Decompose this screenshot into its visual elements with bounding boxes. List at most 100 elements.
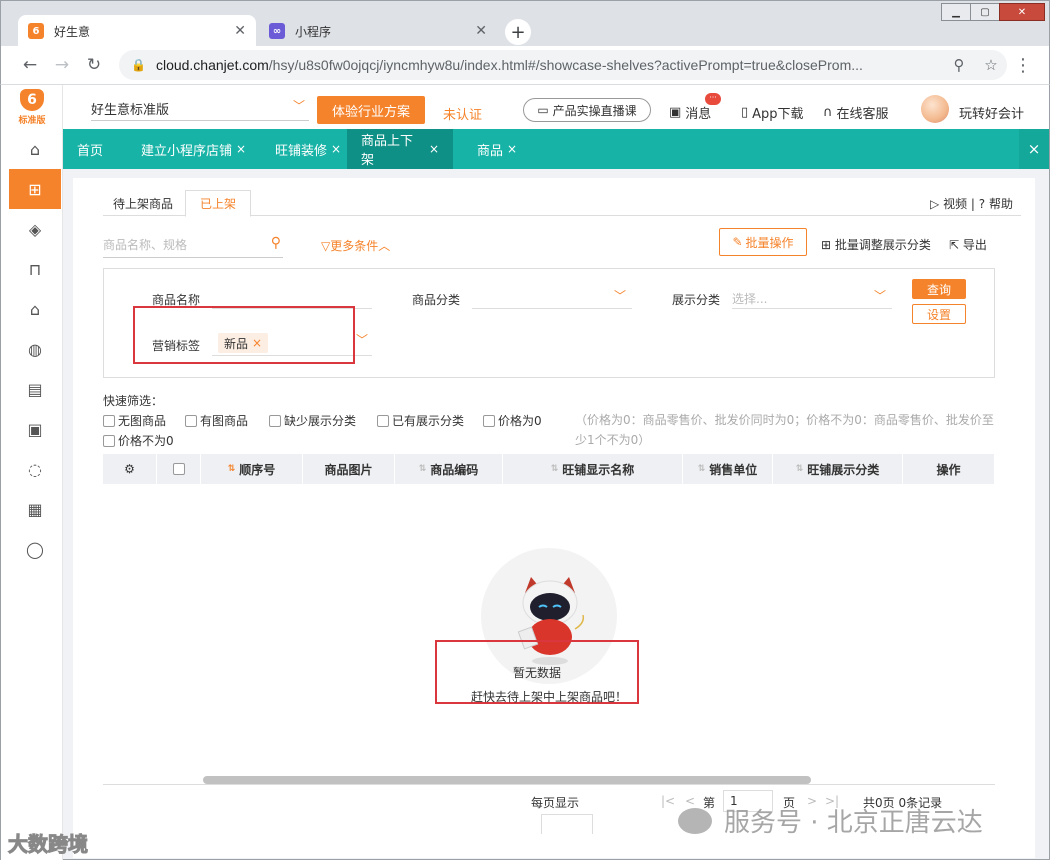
category-select[interactable] (472, 308, 632, 309)
close-icon[interactable]: ✕ (475, 23, 487, 39)
nav-tabs-bar: 首页 建立小程序店铺 × 旺铺装修 × 商品上下架 × 商品 × × (63, 129, 1049, 169)
column-header: 操作 (903, 454, 995, 484)
money-bag-icon[interactable]: ◍ (9, 329, 61, 369)
close-all-tabs-button[interactable]: × (1019, 129, 1049, 169)
window-minimize-button[interactable]: ▁ (941, 3, 971, 21)
tab-pending-shelf[interactable]: 待上架商品 (103, 190, 183, 217)
bag-icon[interactable]: ⊓ (9, 249, 61, 289)
chevron-down-icon: ﹀ (874, 289, 887, 303)
tab-products[interactable]: 商品 × (463, 129, 531, 169)
app-root: 6 标准版 ⌂ ⊞ ◈ ⊓ ⌂ ◍ ▤ ▣ ◌ ▦ ◯ 好生意标准版 ﹀ 体验行… (0, 84, 1050, 860)
online-service-button[interactable]: ∩ 在线客服 (823, 103, 889, 122)
first-page-icon[interactable]: |< (661, 794, 675, 808)
trial-industry-button[interactable]: 体验行业方案 (317, 96, 425, 124)
search-input[interactable]: 商品名称、规格 ⚲ (103, 235, 283, 258)
query-button[interactable]: 查询 (912, 279, 966, 299)
user-name[interactable]: 玩转好会计 (959, 103, 1024, 122)
chevron-down-icon: ﹀ (614, 289, 627, 303)
checkbox[interactable] (172, 463, 185, 475)
messages-button[interactable]: ▣ 消息 (669, 103, 711, 122)
edit-icon: ✎ (732, 235, 743, 249)
checkbox-has-display-category[interactable]: 已有展示分类 (377, 412, 464, 429)
checkbox-missing-display-category[interactable]: 缺少展示分类 (269, 412, 356, 429)
batch-adjust-category-button[interactable]: ⊞ 批量调整展示分类 (821, 236, 931, 253)
checkbox-label: 缺少展示分类 (284, 414, 357, 428)
browser-tab-miniprogram[interactable]: ∞ 小程序 ✕ (259, 15, 497, 47)
column-header[interactable]: ⇅ 商品编码 (395, 454, 503, 484)
checkbox[interactable] (269, 414, 281, 427)
column-settings-gear-icon[interactable]: ⚙ (103, 454, 157, 484)
headset-icon: ∩ (823, 105, 833, 120)
url-host: cloud.chanjet.com (155, 57, 269, 73)
cycle-icon[interactable]: ◌ (9, 449, 61, 489)
export-label: 导出 (962, 238, 987, 252)
checkbox[interactable] (103, 414, 115, 427)
browser-tab-haoshengyi[interactable]: 6 好生意 ✕ (18, 15, 256, 47)
select-all-checkbox[interactable] (157, 454, 201, 484)
display-category-select[interactable] (732, 308, 892, 309)
watermark-right-text: 服务号 · 北京正唐云达 (724, 808, 983, 838)
home-icon[interactable]: ⌂ (9, 129, 61, 169)
zoom-search-icon[interactable]: ⚲ (943, 56, 975, 74)
address-bar[interactable]: 🔒 cloud.chanjet.com/hsy/u8s0fw0ojqcj/iyn… (119, 50, 1007, 80)
checkbox[interactable] (185, 414, 197, 427)
column-header[interactable]: ⇅ 旺铺展示分类 (773, 454, 903, 484)
clipboard-icon[interactable]: ▤ (9, 369, 61, 409)
checkbox[interactable] (483, 414, 495, 427)
unverified-link[interactable]: 未认证 (443, 104, 482, 123)
column-header[interactable]: ⇅ 销售单位 (683, 454, 773, 484)
version-select[interactable]: 好生意标准版 ﹀ (91, 99, 309, 121)
tab-on-shelf[interactable]: 已上架 (185, 190, 251, 217)
page-size-select[interactable] (541, 814, 593, 834)
sidebar: 6 标准版 ⌂ ⊞ ◈ ⊓ ⌂ ◍ ▤ ▣ ◌ ▦ ◯ (1, 85, 63, 860)
column-header-label: 商品图片 (324, 462, 373, 477)
tag-icon[interactable]: ◈ (9, 209, 61, 249)
browser-menu-icon[interactable]: ⋮ (1013, 54, 1033, 76)
column-header[interactable]: ⇅ 旺铺显示名称 (503, 454, 683, 484)
back-arrow-icon[interactable]: ← (19, 54, 41, 76)
chat-icon[interactable]: ◯ (9, 529, 61, 569)
app-logo[interactable]: 6 标准版 (10, 89, 54, 129)
close-icon[interactable]: × (429, 142, 439, 156)
checkbox[interactable] (377, 414, 389, 427)
checkbox[interactable] (103, 434, 115, 447)
warehouse-icon[interactable]: ⌂ (9, 289, 61, 329)
divider: | (970, 197, 979, 211)
close-icon[interactable]: × (507, 142, 517, 156)
video-link[interactable]: 视频 (943, 197, 967, 211)
gift-icon[interactable]: ⊞ (9, 169, 61, 209)
close-icon[interactable]: ✕ (234, 23, 246, 39)
column-header[interactable]: ⇅ 顺序号 (201, 454, 303, 484)
settings-button[interactable]: 设置 (912, 304, 966, 324)
live-course-button[interactable]: ▭ 产品实操直播课 (523, 98, 651, 122)
tab-shop-decoration[interactable]: 旺铺装修 × (261, 129, 355, 169)
reload-icon[interactable]: ↻ (83, 54, 105, 76)
checkbox-price-nonzero[interactable]: 价格不为0 (103, 432, 174, 449)
search-icon[interactable]: ⚲ (271, 235, 281, 251)
horizontal-scrollbar[interactable] (203, 776, 811, 784)
id-card-icon[interactable]: ▣ (9, 409, 61, 449)
app-download-button[interactable]: ▯ App下载 (741, 103, 804, 122)
export-button[interactable]: ⇱ 导出 (949, 236, 987, 253)
new-tab-button[interactable]: + (505, 19, 531, 45)
tab-product-shelves[interactable]: 商品上下架 × (347, 129, 453, 169)
bookmark-star-icon[interactable]: ☆ (975, 56, 1007, 74)
forward-arrow-icon[interactable]: → (51, 54, 73, 76)
tab-build-mini-store[interactable]: 建立小程序店铺 × (127, 129, 260, 169)
close-icon[interactable]: × (331, 142, 341, 156)
help-links: ▷ 视频 | ? 帮助 (930, 195, 1013, 212)
help-link[interactable]: 帮助 (989, 197, 1013, 211)
batch-operations-button[interactable]: ✎ 批量操作 (719, 228, 807, 256)
checkbox-has-image[interactable]: 有图商品 (185, 412, 248, 429)
window-close-button[interactable]: ✕ (999, 3, 1045, 21)
news-icon[interactable]: ▦ (9, 489, 61, 529)
tab-home[interactable]: 首页 (63, 129, 117, 169)
avatar[interactable] (921, 95, 949, 123)
window-maximize-button[interactable]: ▢ (970, 3, 1000, 21)
checkbox-price-zero[interactable]: 价格为0 (483, 412, 542, 429)
logo-mark-icon: 6 (20, 89, 44, 111)
close-icon[interactable]: × (236, 142, 246, 156)
more-conditions-toggle[interactable]: ▽更多条件︿ (321, 237, 390, 254)
display-category-label: 展示分类 (672, 293, 721, 307)
checkbox-no-image[interactable]: 无图商品 (103, 412, 166, 429)
